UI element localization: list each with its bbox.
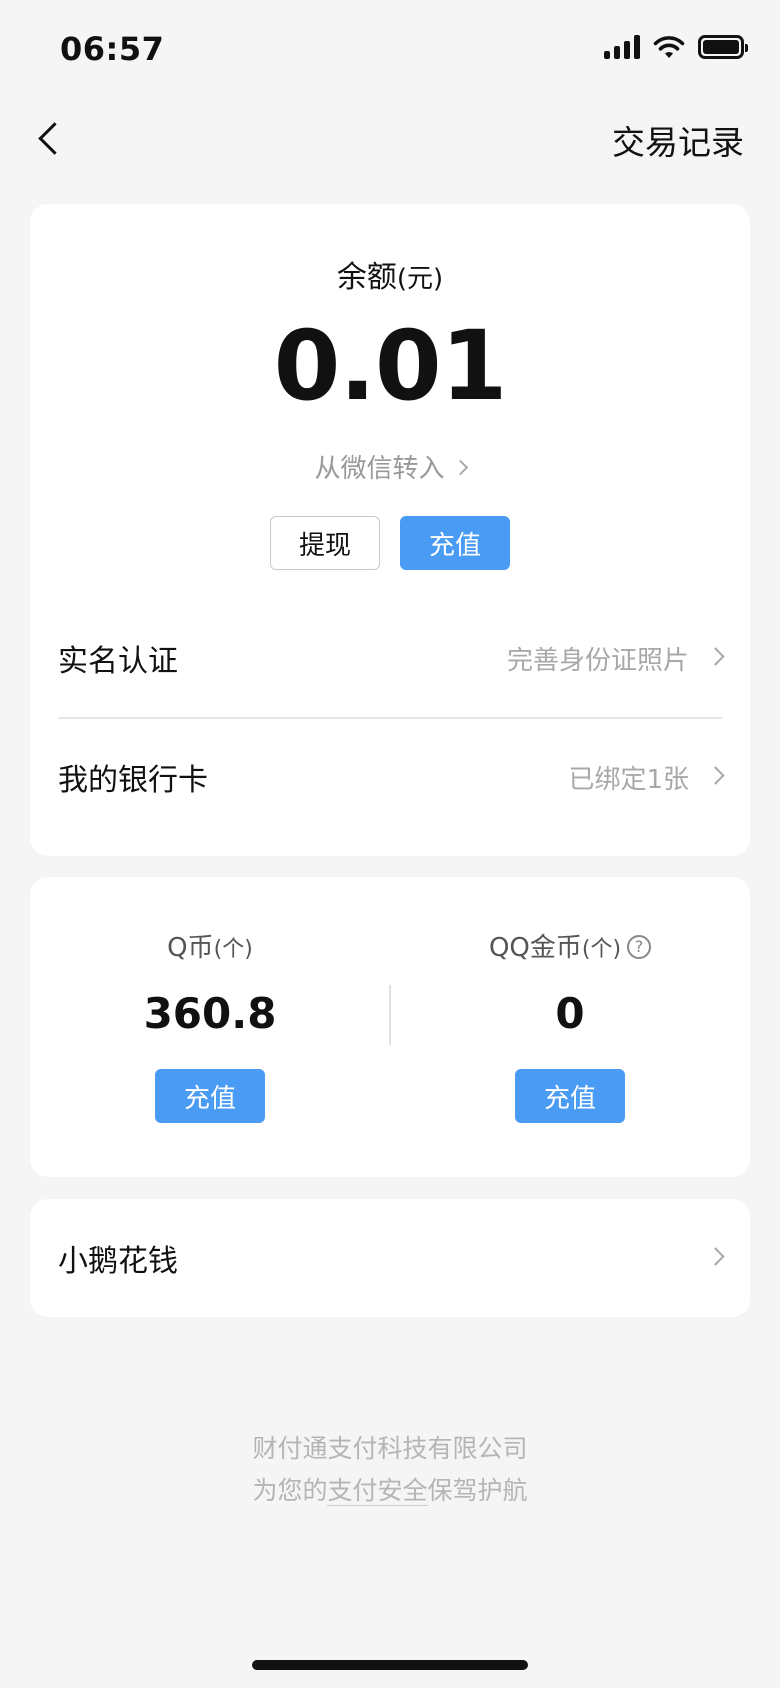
qcoin-unit: (个) [213, 937, 253, 962]
footer: 财付通支付科技有限公司 为您的支付安全保驾护航 [0, 1428, 780, 1512]
wifi-icon [653, 36, 685, 58]
home-indicator[interactable] [252, 1660, 528, 1670]
qqgold-unit: (个) [581, 937, 622, 962]
chevron-right-icon [706, 765, 725, 785]
spend-label: 小鹅花钱 [58, 1244, 178, 1279]
qqgold-label: QQ金币(个)? [390, 927, 750, 964]
qcoin-label-text: Q币 [167, 933, 214, 963]
footer-security-link[interactable]: 支付安全 [327, 1476, 428, 1506]
bank-card-status-text: 已绑定1张 [568, 764, 689, 795]
balance-unit: (元) [396, 264, 444, 294]
footer-slogan: 为您的支付安全保驾护航 [0, 1470, 780, 1512]
status-icons [604, 34, 748, 60]
bank-card-row[interactable]: 我的银行卡 已绑定1张 [58, 727, 725, 827]
transfer-link-label: 从微信转入 [314, 454, 445, 484]
realname-verification-row[interactable]: 实名认证 完善身份证照片 [58, 608, 725, 708]
qqgold-recharge-button[interactable]: 充值 [515, 1069, 625, 1123]
realname-status-text: 完善身份证照片 [506, 645, 689, 676]
transaction-records-link[interactable]: 交易记录 [612, 116, 744, 164]
realname-status: 完善身份证照片 [506, 640, 725, 677]
realname-label: 实名认证 [58, 644, 178, 679]
qcoin-label: Q币(个) [30, 927, 390, 964]
recharge-button[interactable]: 充值 [400, 516, 510, 570]
qcoin-section: Q币(个) 360.8 充值 [30, 877, 390, 1177]
wallet-screen: 06:57 交易记录 余额(元) 0.01 从微信转入 提现 充值 实名认证 完… [0, 0, 780, 1688]
bank-card-label: 我的银行卡 [58, 763, 208, 798]
qqgold-label-text: QQ金币 [488, 933, 582, 963]
transfer-from-wechat-link[interactable]: 从微信转入 [30, 448, 750, 485]
bank-card-status: 已绑定1张 [568, 759, 725, 796]
chevron-right-icon [706, 646, 725, 666]
chevron-right-icon [706, 1246, 725, 1266]
spend-card: 小鹅花钱 [30, 1199, 750, 1317]
status-time: 06:57 [60, 30, 165, 68]
row-divider [58, 717, 722, 719]
qcoin-value: 360.8 [143, 989, 277, 1038]
qcoin-recharge-button[interactable]: 充值 [155, 1069, 265, 1123]
balance-amount: 0.01 [273, 310, 508, 422]
help-icon[interactable]: ? [627, 934, 652, 959]
balance-label: 余额(元) [30, 252, 750, 296]
withdraw-button[interactable]: 提现 [270, 516, 380, 570]
back-icon[interactable] [30, 110, 70, 166]
footer-company: 财付通支付科技有限公司 [252, 1434, 528, 1463]
balance-label-text: 余额 [336, 260, 397, 295]
coins-card: Q币(个) 360.8 充值 QQ金币(个)? 0 充值 [30, 877, 750, 1177]
footer-slogan-prefix: 为您的 [252, 1476, 328, 1505]
battery-icon [698, 35, 748, 59]
cellular-signal-icon [604, 35, 640, 59]
xiaoe-spend-row[interactable]: 小鹅花钱 [58, 1199, 725, 1317]
status-bar: 06:57 [0, 0, 780, 100]
qqgold-value: 0 [555, 989, 585, 1038]
footer-slogan-suffix: 保驾护航 [427, 1476, 528, 1505]
qqgold-section: QQ金币(个)? 0 充值 [390, 877, 750, 1177]
chevron-right-icon [452, 459, 468, 476]
balance-card: 余额(元) 0.01 从微信转入 提现 充值 实名认证 完善身份证照片 我的银行… [30, 204, 750, 856]
